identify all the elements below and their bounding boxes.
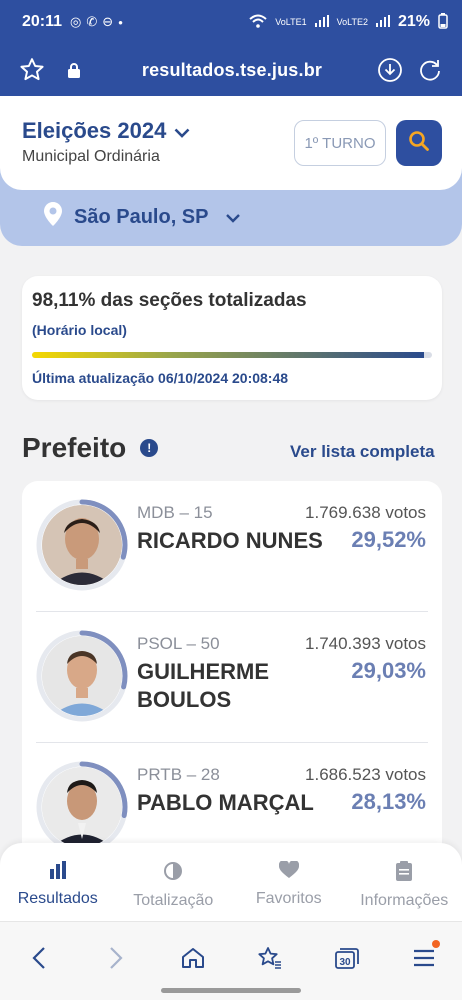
tabs-icon[interactable]: 30 <box>327 938 367 978</box>
candidate-party: MDB – 15 <box>137 503 213 522</box>
bookmarks-icon[interactable] <box>250 938 290 978</box>
section-title: Prefeito <box>22 432 127 463</box>
back-icon[interactable] <box>19 938 59 978</box>
candidate-party: PSOL – 50 <box>137 634 220 653</box>
candidate-votes: 1.740.393 votos <box>305 634 426 653</box>
candidate-name: GUILHERME BOULOS <box>137 659 269 712</box>
progress-bar <box>32 352 432 358</box>
candidates-list: MDB – 15 1.769.638 votos RICARDO NUNES 2… <box>22 481 442 881</box>
heart-icon <box>278 859 299 884</box>
candidate-votes: 1.769.638 votos <box>305 503 426 522</box>
tabs-count: 30 <box>339 957 351 968</box>
election-header: Eleições 2024 Municipal Ordinária 1º TUR… <box>0 96 462 190</box>
map-pin-icon <box>44 202 62 232</box>
tab-resultados[interactable]: Resultados <box>0 843 116 921</box>
home-icon[interactable] <box>173 938 213 978</box>
search-icon <box>408 130 430 157</box>
election-selector[interactable]: Eleições 2024 <box>22 118 190 144</box>
progress-subtitle: (Horário local) <box>32 322 127 338</box>
battery-icon <box>438 12 448 32</box>
status-bar: 20:11 ◎ ✆ ⊖ • VoLTE1 VoLTE2 21% <box>0 0 462 44</box>
tab-informacoes[interactable]: Informações <box>347 843 462 921</box>
candidate-vote-ring <box>36 630 128 722</box>
candidate-percentage: 28,13% <box>351 789 426 814</box>
menu-icon[interactable] <box>404 938 444 978</box>
tab-label: Informações <box>360 892 449 909</box>
forward-icon[interactable] <box>96 938 136 978</box>
candidate-photo <box>42 505 122 585</box>
download-icon[interactable] <box>374 54 406 86</box>
url-bar: resultados.tse.jus.br <box>0 44 462 96</box>
notification-dot <box>431 940 440 948</box>
tab-favoritos[interactable]: Favoritos <box>231 843 347 921</box>
chevron-down-icon <box>174 118 190 144</box>
clock: 20:11 <box>22 13 63 30</box>
candidate-percentage: 29,52% <box>351 527 426 552</box>
network-1-label: VoLTE1 <box>275 17 307 27</box>
see-full-list-link[interactable]: Ver lista completa <box>290 442 435 462</box>
chevron-down-icon <box>226 206 241 229</box>
candidate-vote-ring <box>36 499 128 591</box>
notification-icons: ◎ ✆ ⊖ • <box>70 14 123 30</box>
tab-label: Favoritos <box>255 890 322 907</box>
candidate-party: PRTB – 28 <box>137 765 220 784</box>
dot-icon: • <box>118 14 123 30</box>
bar-chart-icon <box>48 861 68 884</box>
network-2-label: VoLTE2 <box>336 17 368 27</box>
wifi-icon <box>249 14 267 31</box>
candidate-photo <box>42 767 122 847</box>
tab-label: Resultados <box>17 890 98 907</box>
turno-button[interactable]: 1º TURNO <box>294 120 386 166</box>
totalization-progress-card: 98,11% das seções totalizadas (Horário l… <box>22 276 442 400</box>
signal-2-icon <box>375 14 390 30</box>
clipboard-icon <box>396 861 413 886</box>
candidate-name: PABLO MARÇAL <box>137 790 314 815</box>
candidate-item[interactable]: MDB – 15 1.769.638 votos RICARDO NUNES 2… <box>22 481 442 611</box>
signal-1-icon <box>314 14 329 30</box>
app-bottom-nav: Resultados Totalização Favoritos Informa… <box>0 843 462 921</box>
candidate-votes: 1.686.523 votos <box>305 765 426 784</box>
progress-title: 98,11% das seções totalizadas <box>32 290 307 311</box>
reload-icon[interactable] <box>414 54 446 86</box>
section-header: Prefeito ! <box>22 432 159 464</box>
progress-bar-fill <box>32 352 425 358</box>
tab-totalizacao[interactable]: Totalização <box>116 843 232 921</box>
bookmark-star-icon[interactable] <box>16 54 48 86</box>
home-indicator <box>161 988 301 993</box>
candidate-vote-ring <box>36 761 128 853</box>
lock-icon <box>58 54 90 86</box>
election-title: Eleições 2024 <box>22 118 167 143</box>
candidate-percentage: 29,03% <box>351 658 426 683</box>
election-subtitle: Municipal Ordinária <box>22 148 160 165</box>
dnd-icon: ⊖ <box>102 14 114 29</box>
search-button[interactable] <box>396 120 442 166</box>
location-label: São Paulo, SP <box>74 205 209 228</box>
candidate-name: RICARDO NUNES <box>137 528 323 553</box>
instagram-icon: ◎ <box>70 14 82 29</box>
info-icon[interactable]: ! <box>140 439 159 457</box>
whatsapp-icon: ✆ <box>86 14 98 29</box>
candidate-photo <box>42 636 122 716</box>
pie-chart-icon <box>163 861 183 886</box>
battery-level: 21% <box>397 13 430 30</box>
tab-label: Totalização <box>133 892 214 909</box>
url-text[interactable]: resultados.tse.jus.br <box>90 60 374 81</box>
last-update: Última atualização 06/10/2024 20:08:48 <box>32 370 289 386</box>
candidate-item[interactable]: PSOL – 50 1.740.393 votos GUILHERME BOUL… <box>22 612 442 742</box>
